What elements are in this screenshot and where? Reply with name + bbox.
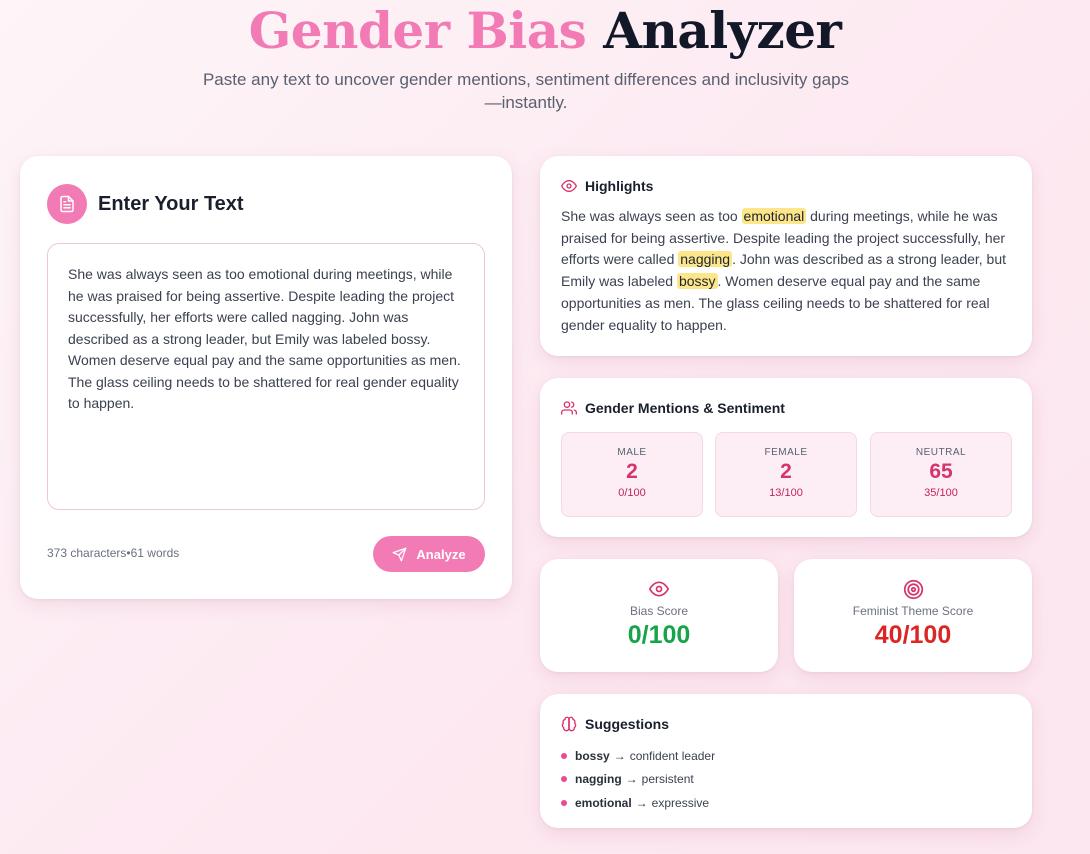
stat-count: 65 [929, 460, 953, 483]
suggestion-item: nagging → persistent [561, 768, 715, 792]
female-stat: FEMALE 2 13/100 [715, 432, 857, 517]
bullet-dot [561, 776, 567, 783]
stat-sentiment: 0/100 [618, 487, 646, 499]
highlights-card: Highlights She was always seen as too em… [540, 156, 1032, 356]
input-card-header: Enter Your Text [47, 184, 244, 224]
highlights-title: Highlights [585, 178, 654, 194]
suggestion-word: bossy [575, 748, 610, 763]
suggestions-card: Suggestions bossy → confident leader nag… [540, 694, 1032, 828]
highlighted-text: She was always seen as too emotional dur… [561, 206, 1016, 336]
feminist-score-value: 40/100 [874, 621, 952, 649]
page-subtitle: Paste any text to uncover gender mention… [202, 70, 850, 112]
word-count: 61 words [130, 546, 180, 560]
stat-sentiment: 35/100 [924, 487, 958, 499]
neutral-stat: NEUTRAL 65 35/100 [870, 432, 1012, 517]
bullet-dot [561, 799, 567, 806]
suggestions-header: Suggestions [561, 716, 669, 732]
mentions-header: Gender Mentions & Sentiment [561, 400, 785, 416]
suggestion-item: emotional → expressive [561, 791, 715, 815]
suggestion-word: nagging [575, 772, 622, 787]
bias-score-value: 0/100 [627, 621, 691, 649]
suggestions-list: bossy → confident leader nagging → persi… [561, 744, 715, 815]
document-icon [47, 184, 87, 224]
highlights-header: Highlights [561, 178, 653, 194]
page-title: Gender Bias Analyzer [0, 0, 1090, 62]
text-segment: She was always seen as too [561, 208, 742, 224]
arrow-right-icon: → [613, 748, 626, 763]
highlighted-word: nagging [678, 251, 733, 268]
input-card-title: Enter Your Text [98, 192, 244, 215]
target-icon [903, 579, 923, 600]
suggestion-word: emotional [575, 795, 632, 810]
suggestion-item: bossy → confident leader [561, 744, 715, 768]
stat-count: 2 [780, 460, 792, 483]
mentions-title: Gender Mentions & Sentiment [585, 400, 785, 416]
stat-sentiment: 13/100 [769, 487, 803, 499]
feminist-score-label: Feminist Theme Score [852, 604, 974, 618]
users-icon [561, 401, 577, 415]
arrow-right-icon: → [625, 772, 638, 787]
highlighted-word: bossy [676, 273, 718, 290]
page-title-accent: Gender Bias [248, 1, 587, 60]
send-icon [393, 547, 407, 561]
bias-score-card: Bias Score 0/100 [540, 559, 778, 672]
highlighted-word: emotional [741, 208, 807, 224]
eye-icon [561, 180, 577, 192]
arrow-right-icon: → [635, 795, 648, 810]
gender-mentions-card: Gender Mentions & Sentiment MALE 2 0/100… [540, 378, 1032, 537]
eye-icon [649, 581, 669, 597]
stat-label: NEUTRAL [915, 447, 967, 458]
analyze-button[interactable]: Analyze [373, 536, 485, 572]
male-stat: MALE 2 0/100 [561, 432, 703, 517]
analyze-button-label: Analyze [416, 546, 466, 562]
feminist-score-card: Feminist Theme Score 40/100 [794, 559, 1032, 672]
stat-count: 2 [626, 460, 638, 483]
brain-icon [561, 716, 577, 732]
stat-label: MALE [617, 447, 647, 458]
bias-score-label: Bias Score [629, 604, 689, 618]
stat-label: FEMALE [764, 447, 808, 458]
text-input[interactable]: She was always seen as too emotional dur… [47, 243, 485, 510]
suggestion-replacement: confident leader [629, 748, 716, 763]
suggestion-replacement: expressive [651, 795, 710, 810]
suggestion-replacement: persistent [641, 772, 694, 787]
input-card: Enter Your Text She was always seen as t… [20, 156, 512, 599]
text-counts: 373 characters•61 words [47, 546, 179, 560]
suggestions-title: Suggestions [585, 716, 670, 732]
character-count: 373 characters [47, 546, 127, 560]
page-title-main: Analyzer [603, 1, 842, 60]
bullet-dot [561, 752, 567, 759]
